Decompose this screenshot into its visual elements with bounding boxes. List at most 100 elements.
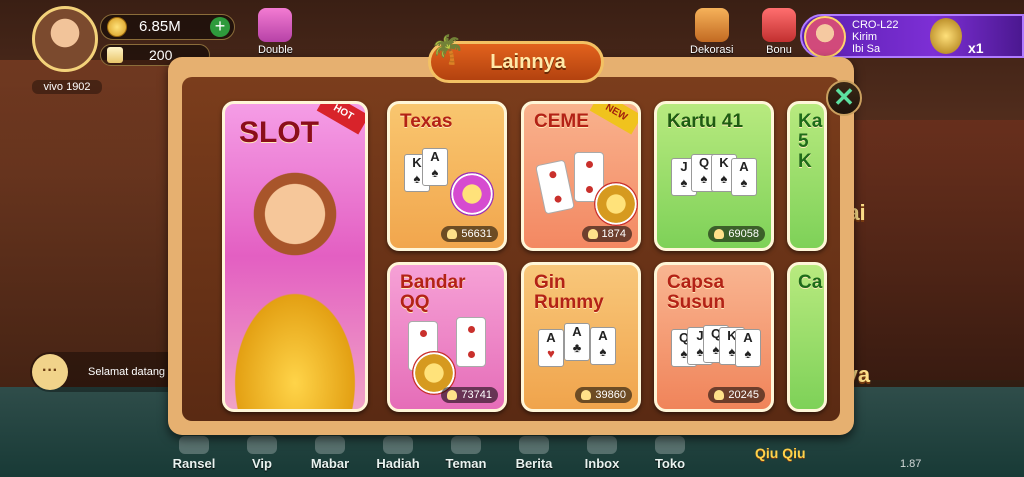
nav-label: Vip [252, 456, 272, 471]
player-count-value: 20245 [728, 389, 759, 401]
close-button[interactable]: ✕ [826, 80, 862, 116]
nav-berita[interactable]: Berita [500, 436, 568, 471]
game-label: Ca [798, 272, 823, 293]
aces-art: A ♥ A ♣ A ♠ [538, 323, 630, 389]
player-count-value: 39860 [595, 389, 626, 401]
gold-treasure-art [225, 279, 365, 409]
player-count-value: 73741 [461, 389, 492, 401]
player-count-value: 56631 [461, 228, 492, 240]
player-count: 56631 [441, 226, 498, 242]
game-label: CEME [534, 111, 589, 132]
version-label: 1.87 [900, 458, 922, 470]
game-label: Bandar QQ [400, 272, 466, 313]
double-icon [258, 8, 293, 42]
person-icon [587, 229, 598, 239]
game-card-texas[interactable]: Texas K ♠ A ♠ 56631 [387, 101, 507, 251]
coin-icon [107, 17, 127, 37]
toko-icon [655, 436, 685, 454]
dekorasi-button[interactable]: Dekorasi [690, 8, 733, 56]
person-icon [447, 390, 458, 400]
cards-chip-art: K ♠ A ♠ [404, 148, 496, 216]
game-card-slot[interactable]: SLOT HOT [222, 101, 368, 412]
notification-text: CRO-L22 Kirim Ibi Sa [852, 19, 898, 55]
nav-toko[interactable]: Toko [636, 436, 704, 471]
hot-badge: HOT [316, 104, 365, 135]
domino-art [535, 148, 638, 226]
player-count-value: 1874 [601, 228, 626, 240]
nav-label: Inbox [584, 456, 620, 471]
notification-line2: Kirim [852, 31, 878, 43]
background-wall-right [824, 120, 1024, 380]
game-card-capsa-susun[interactable]: Capsa Susun Q ♠ J ♠ Q ♠ K ♠ A ♠ 20245 [654, 262, 774, 412]
cards-art: J ♠ Q ♠ K ♠ A ♠ [671, 148, 763, 214]
game-card-ceme[interactable]: CEME NEW 1874 [521, 101, 641, 251]
game-card-ca[interactable]: Ca [787, 262, 827, 412]
person-icon [714, 229, 725, 239]
player-count: 39860 [575, 387, 632, 403]
nav-teman[interactable]: Teman [432, 436, 500, 471]
game-label: Capsa Susun [667, 272, 726, 313]
cards-gun-art: Q ♠ J ♠ Q ♠ K ♠ A ♠ [671, 323, 763, 389]
nav-ransel[interactable]: Ransel [160, 436, 228, 471]
qiu-qiu-label[interactable]: Qiu Qiu [755, 445, 806, 461]
inbox-icon [587, 436, 617, 454]
double-button[interactable]: Double [258, 8, 293, 56]
player-avatar[interactable] [32, 6, 98, 72]
game-card-gin-rummy[interactable]: Gin Rummy A ♥ A ♣ A ♠ 39860 [521, 262, 641, 412]
person-icon [447, 229, 458, 239]
new-badge: NEW [589, 104, 638, 135]
watch-gift-icon [930, 18, 962, 54]
gem-amount: 200 [149, 47, 173, 63]
nav-mabar[interactable]: Mabar [296, 436, 364, 471]
nav-label: Berita [515, 456, 553, 471]
gift-multiplier: x1 [968, 40, 984, 56]
nav-label: Hadiah [376, 456, 420, 471]
chat-icon: ··· [32, 354, 68, 390]
game-card-kartu5[interactable]: Ka 5 K [787, 101, 827, 251]
game-label: Ka 5 K [798, 111, 823, 172]
coin-balance[interactable]: 6.85M + [100, 14, 235, 40]
berita-icon [519, 436, 549, 454]
player-count: 73741 [441, 387, 498, 403]
nav-vip[interactable]: Vip [228, 436, 296, 471]
player-count: 1874 [581, 226, 632, 242]
player-count: 20245 [708, 387, 765, 403]
bonus-icon [762, 8, 796, 42]
nav-label: Toko [654, 456, 686, 471]
game-card-bandar-qq[interactable]: Bandar QQ 73741 [387, 262, 507, 412]
game-label: Texas [400, 111, 453, 132]
sender-avatar [804, 16, 846, 58]
gift-notification[interactable]: CRO-L22 Kirim Ibi Sa x1 [800, 14, 1024, 58]
mascot-art [245, 169, 345, 269]
add-coins-button[interactable]: + [210, 17, 230, 37]
bottom-nav: Ransel Vip Mabar Hadiah Teman Berita Inb… [160, 436, 704, 471]
gem-icon [107, 47, 123, 63]
notification-line3: Ibi Sa [852, 43, 881, 55]
player-name: vivo 1902 [32, 80, 102, 94]
game-label: Gin Rummy [534, 272, 604, 313]
palm-tree-icon: 🌴 [430, 34, 465, 65]
ransel-icon [179, 436, 209, 454]
game-label: SLOT [239, 116, 319, 149]
nav-inbox[interactable]: Inbox [568, 436, 636, 471]
game-label: Kartu 41 [667, 111, 744, 132]
mabar-icon [315, 436, 345, 454]
bonus-label: Bonu [766, 44, 792, 56]
person-icon [714, 390, 725, 400]
bonus-button[interactable]: Bonu [762, 8, 796, 56]
player-count-value: 69058 [728, 228, 759, 240]
nav-hadiah[interactable]: Hadiah [364, 436, 432, 471]
coin-amount: 6.85M [139, 18, 181, 35]
teman-icon [451, 436, 481, 454]
person-icon [581, 390, 592, 400]
dekorasi-label: Dekorasi [690, 44, 734, 56]
double-label: Double [258, 44, 293, 56]
nav-label: Teman [445, 456, 487, 471]
game-card-kartu41[interactable]: Kartu 41 J ♠ Q ♠ K ♠ A ♠ 69058 [654, 101, 774, 251]
nav-label: Mabar [310, 456, 350, 471]
notification-line1: CRO-L22 [852, 19, 899, 31]
nav-label: Ransel [172, 456, 216, 471]
dekorasi-icon [694, 8, 729, 42]
player-count: 69058 [708, 226, 765, 242]
hadiah-icon [383, 436, 413, 454]
